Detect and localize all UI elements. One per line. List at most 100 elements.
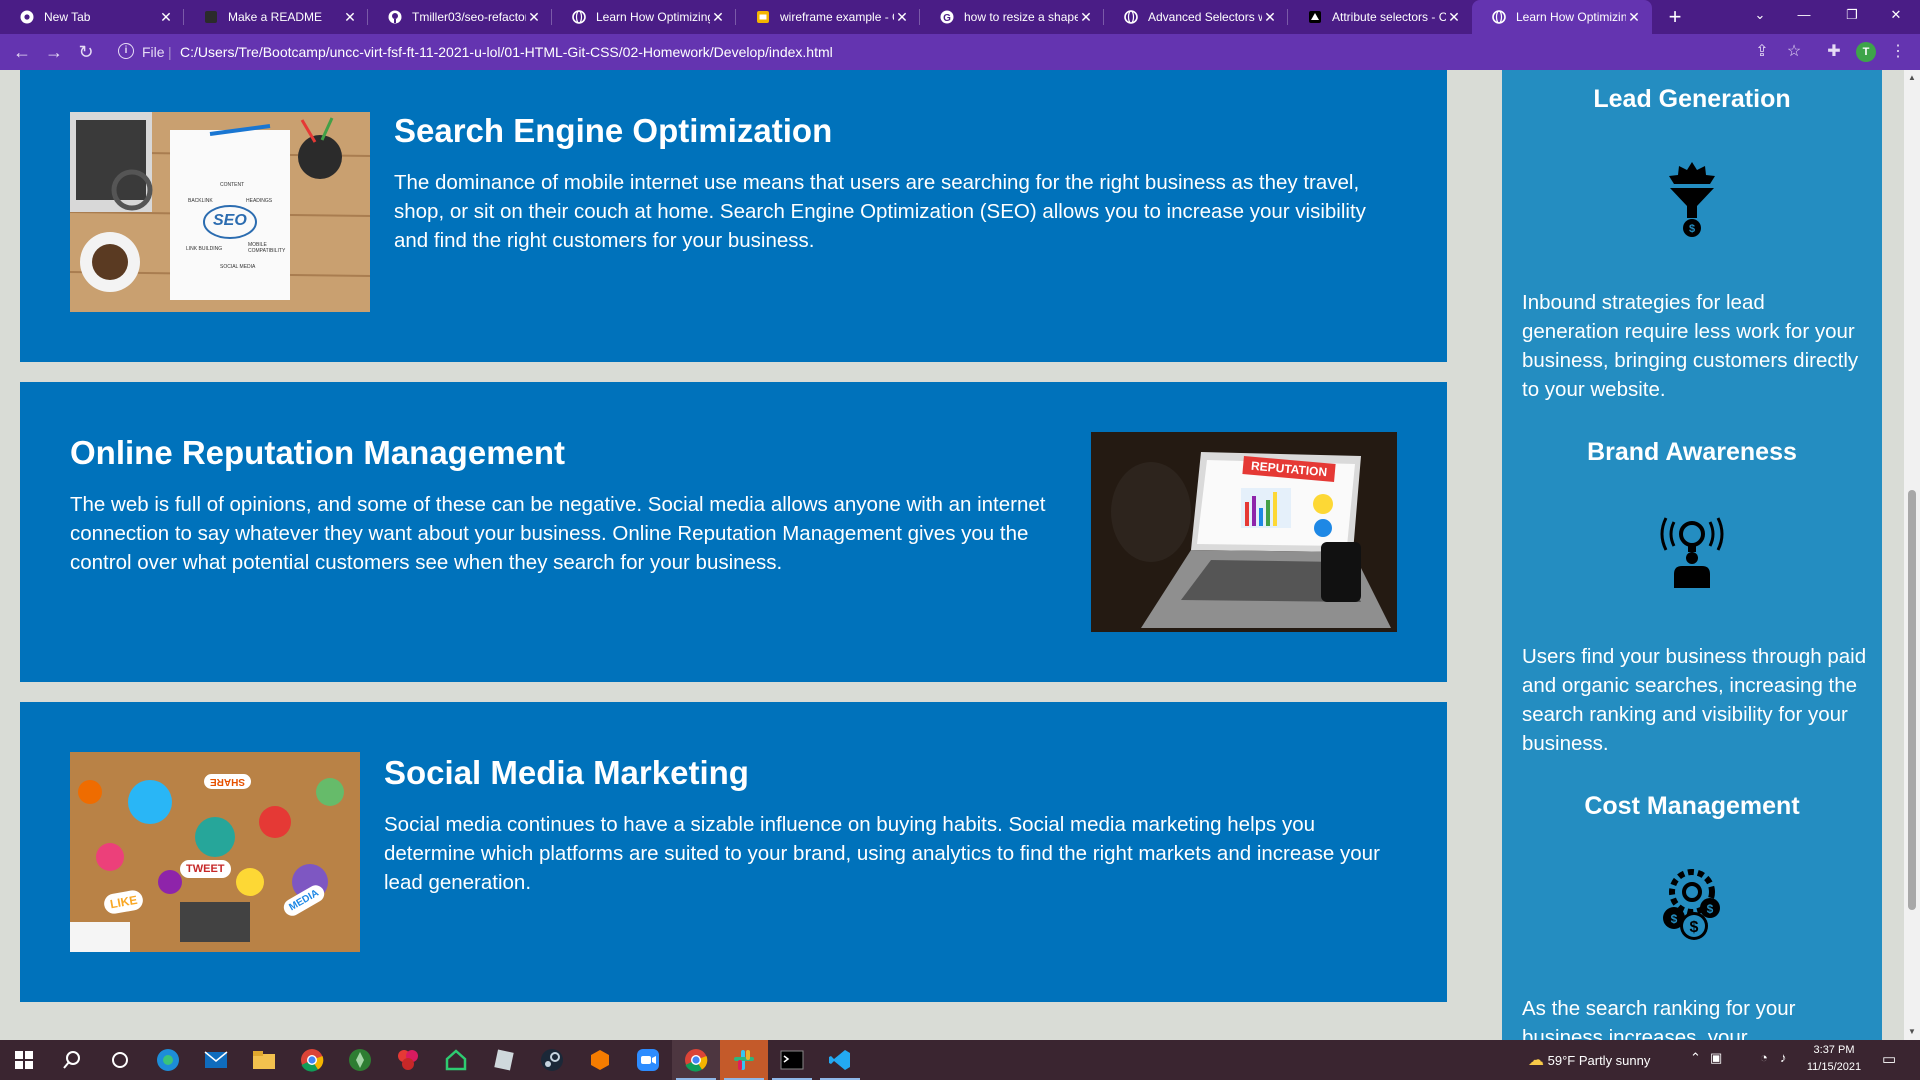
terminal-icon[interactable] — [768, 1040, 816, 1080]
notebook-word: HEADINGS — [246, 198, 273, 204]
tab-attribute-selectors[interactable]: Attribute selectors - C ✕ — [1288, 0, 1472, 34]
new-tab-button[interactable]: + — [1662, 4, 1688, 30]
browser-menu-icon[interactable]: ⋮ — [1886, 40, 1910, 64]
close-icon[interactable]: ✕ — [526, 9, 542, 26]
tab-title: Tmiller03/seo-refactor — [412, 10, 526, 24]
reload-icon[interactable]: ↻ — [74, 40, 98, 64]
notes-icon[interactable] — [480, 1040, 528, 1080]
benefit-title: Lead Generation — [1593, 85, 1791, 113]
close-icon[interactable]: ✕ — [158, 9, 174, 26]
close-icon[interactable]: ✕ — [1078, 9, 1094, 26]
minimize-icon[interactable]: — — [1780, 0, 1828, 34]
close-icon[interactable]: ✕ — [894, 9, 910, 26]
green-app-icon[interactable] — [336, 1040, 384, 1080]
svg-text:$: $ — [1707, 902, 1714, 916]
slides-icon — [756, 10, 770, 24]
notifications-icon[interactable]: ▭ — [1882, 1050, 1896, 1068]
share-icon[interactable]: ⇪ — [1750, 40, 1774, 64]
tab-advanced-selectors[interactable]: Advanced Selectors w ✕ — [1104, 0, 1288, 34]
orange-app-icon[interactable] — [576, 1040, 624, 1080]
tray-app-icon[interactable]: ▣ — [1710, 1050, 1722, 1066]
volume-icon[interactable]: ♪ — [1780, 1050, 1787, 1065]
svg-text:$: $ — [1671, 912, 1678, 926]
weather-widget[interactable]: ☁ 59°F Partly sunny — [1528, 1050, 1650, 1070]
clock-date: 11/15/2021 — [1806, 1061, 1862, 1073]
benefit-title: Cost Management — [1584, 792, 1800, 820]
url-separator: | — [168, 44, 172, 60]
benefit-description: As the search ranking for your business … — [1522, 997, 1796, 1040]
tab-title: New Tab — [44, 10, 91, 24]
clock-time: 3:37 PM — [1813, 1044, 1855, 1056]
tab-title: Learn How Optimizing — [596, 10, 710, 24]
task-view-icon[interactable] — [96, 1040, 144, 1080]
restore-icon[interactable]: ❐ — [1828, 0, 1876, 34]
globe-icon — [572, 10, 586, 24]
zoom-icon[interactable] — [624, 1040, 672, 1080]
back-arrow-icon[interactable]: ← — [10, 40, 34, 64]
tab-title: Attribute selectors - C — [1332, 10, 1446, 24]
svg-text:$: $ — [1689, 223, 1695, 235]
notebook-word: BACKLINK — [188, 198, 213, 204]
system-clock[interactable]: 3:37 PM 11/15/2021 — [1800, 1042, 1868, 1076]
close-icon[interactable]: ✕ — [1626, 9, 1642, 26]
tab-how-to-resize-a-shape[interactable]: G how to resize a shape ✕ — [920, 0, 1104, 34]
edge-icon[interactable] — [144, 1040, 192, 1080]
benefit-description: Users find your business through paid an… — [1522, 645, 1867, 755]
service-card-reputation: Online Reputation Management The web is … — [20, 382, 1447, 682]
close-icon[interactable]: ✕ — [710, 9, 726, 26]
benefit-title: Brand Awareness — [1587, 438, 1797, 466]
steam-icon[interactable] — [528, 1040, 576, 1080]
scroll-up-arrow-icon[interactable]: ▲ — [1904, 70, 1920, 86]
close-icon[interactable]: ✕ — [1446, 9, 1462, 26]
window-close-icon[interactable]: ✕ — [1872, 0, 1920, 34]
address-bar[interactable]: C:/Users/Tre/Bootcamp/uncc-virt-fsf-ft-1… — [180, 44, 833, 60]
tab-title: Advanced Selectors w — [1148, 10, 1262, 24]
reputation-image: REPUTATION — [1091, 432, 1397, 632]
speech-bubble: TWEET — [180, 860, 231, 878]
tab-github-seo-refactor[interactable]: Tmiller03/seo-refactor ✕ — [368, 0, 552, 34]
tab-search-chevron-icon[interactable]: ⌄ — [1736, 0, 1784, 34]
home-app-icon[interactable] — [432, 1040, 480, 1080]
chrome-icon[interactable] — [672, 1040, 720, 1080]
profile-avatar[interactable]: T — [1856, 42, 1876, 62]
service-card-social-media: SHARE TWEET LIKE MEDIA Social Media Mark… — [20, 702, 1447, 1002]
partly-sunny-icon: ☁ — [1528, 1052, 1544, 1069]
scroll-thumb[interactable] — [1908, 490, 1916, 910]
scroll-down-arrow-icon[interactable]: ▼ — [1904, 1024, 1920, 1040]
vscode-icon[interactable] — [816, 1040, 864, 1080]
notebook-word: CONTENT — [220, 182, 245, 188]
site-info-icon[interactable]: i — [118, 43, 134, 59]
seo-image-label: SEO — [213, 212, 247, 229]
tab-title: Learn How Optimizing — [1516, 10, 1626, 24]
service-title: Social Media Marketing — [384, 754, 749, 791]
tab-make-a-readme[interactable]: Make a README ✕ — [184, 0, 368, 34]
github-icon — [388, 10, 402, 24]
globe-icon — [1492, 10, 1506, 24]
chrome-icon — [20, 10, 34, 24]
close-icon[interactable]: ✕ — [342, 9, 358, 26]
chrome-icon[interactable] — [288, 1040, 336, 1080]
tray-chevron-icon[interactable]: ⌃ — [1690, 1050, 1701, 1066]
search-icon[interactable] — [48, 1040, 96, 1080]
mail-icon[interactable] — [192, 1040, 240, 1080]
start-icon[interactable] — [0, 1040, 48, 1080]
close-icon[interactable]: ✕ — [1262, 9, 1278, 26]
tab-learn-how-optimizing-active[interactable]: Learn How Optimizing ✕ — [1472, 0, 1652, 34]
slack-icon[interactable] — [720, 1040, 768, 1080]
globe-icon — [1124, 10, 1138, 24]
bookmark-star-icon[interactable]: ☆ — [1782, 40, 1806, 64]
file-explorer-icon[interactable] — [240, 1040, 288, 1080]
tab-strip: New Tab ✕ Make a README ✕ Tmiller03/seo-… — [0, 0, 1920, 34]
notebook-word: SOCIAL MEDIA — [220, 264, 256, 270]
tab-new-tab[interactable]: New Tab ✕ — [0, 0, 184, 34]
notebook-word: LINK BUILDING — [186, 246, 223, 252]
service-description: The web is full of opinions, and some of… — [70, 493, 1046, 574]
red-app-icon[interactable] — [384, 1040, 432, 1080]
forward-arrow-icon[interactable]: → — [42, 40, 66, 64]
mdn-icon — [1308, 10, 1322, 24]
tab-learn-how-optimizing[interactable]: Learn How Optimizing ✕ — [552, 0, 736, 34]
weather-text: 59°F Partly sunny — [1547, 1053, 1651, 1068]
extensions-puzzle-icon[interactable]: ✚ — [1822, 40, 1846, 64]
network-icon[interactable]: ◔ — [1760, 1050, 1768, 1065]
tab-wireframe-example[interactable]: wireframe example - G ✕ — [736, 0, 920, 34]
